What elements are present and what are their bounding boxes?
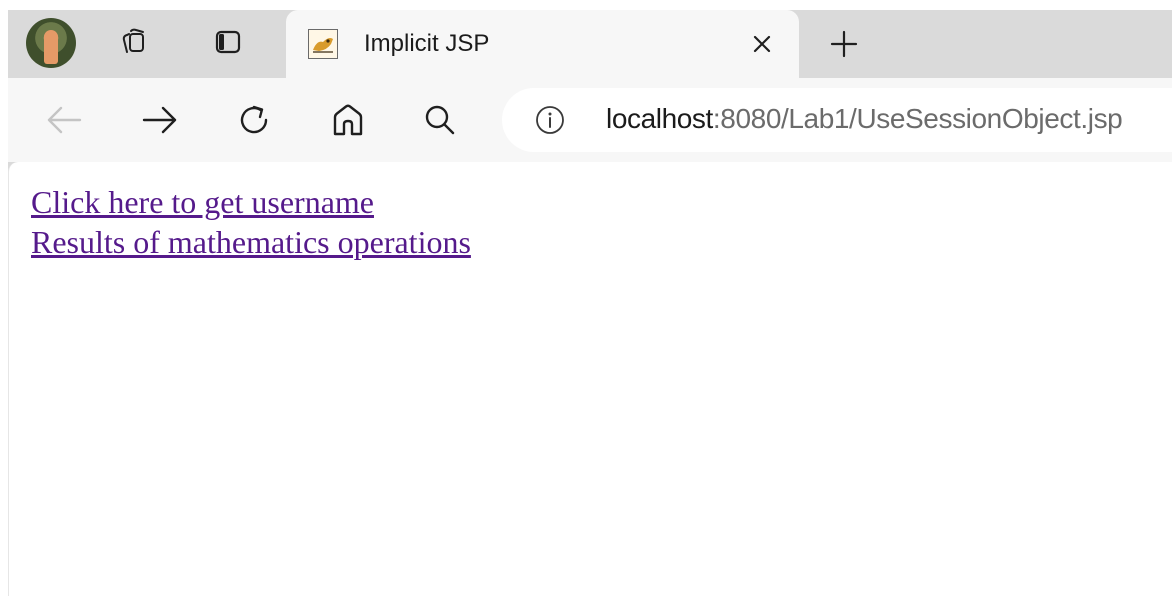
- profile-avatar[interactable]: [26, 18, 76, 68]
- collections-icon[interactable]: [112, 20, 156, 64]
- close-icon[interactable]: [742, 24, 782, 64]
- math-results-link[interactable]: Results of mathematics operations: [31, 222, 471, 262]
- navigation-toolbar: localhost:8080/Lab1/UseSessionObject.jsp: [8, 78, 1172, 162]
- tomcat-favicon: [308, 29, 338, 59]
- page-content: Click here to get username Results of ma…: [8, 162, 1172, 596]
- refresh-icon[interactable]: [230, 96, 278, 144]
- url-text[interactable]: localhost:8080/Lab1/UseSessionObject.jsp: [606, 103, 1123, 135]
- avatar-figure: [44, 30, 58, 64]
- active-tab[interactable]: Implicit JSP: [286, 10, 799, 78]
- link-list: Click here to get username Results of ma…: [31, 182, 471, 262]
- tab-strip: Implicit JSP: [8, 10, 1172, 78]
- browser-window: Implicit JSP localhost:8080/Lab1/UseSess…: [8, 10, 1172, 596]
- address-bar[interactable]: localhost:8080/Lab1/UseSessionObject.jsp: [502, 88, 1172, 152]
- info-icon[interactable]: [534, 104, 566, 136]
- tab-title: Implicit JSP: [364, 30, 490, 57]
- get-username-link[interactable]: Click here to get username: [31, 182, 471, 222]
- tab-actions-icon[interactable]: [206, 20, 250, 64]
- back-arrow-icon[interactable]: [40, 96, 88, 144]
- plus-icon[interactable]: [822, 22, 866, 66]
- search-icon[interactable]: [416, 96, 464, 144]
- home-icon[interactable]: [324, 96, 372, 144]
- forward-arrow-icon[interactable]: [136, 96, 184, 144]
- url-path: :8080/Lab1/UseSessionObject.jsp: [712, 103, 1123, 134]
- url-host: localhost: [606, 103, 713, 134]
